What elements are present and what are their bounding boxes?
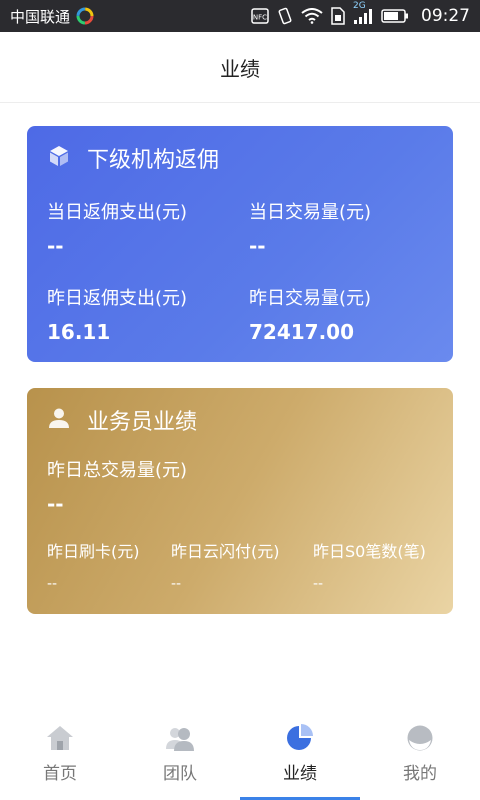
stat-label: 昨日云闪付(元) bbox=[171, 542, 280, 561]
clock: 09:27 bbox=[421, 6, 470, 26]
wifi-icon bbox=[301, 8, 323, 24]
pie-chart-icon bbox=[285, 723, 315, 753]
stat-value: 16.11 bbox=[47, 320, 111, 344]
stat-value: -- bbox=[313, 576, 324, 592]
bottom-nav: 首页 团队 业绩 我的 bbox=[0, 713, 480, 800]
stat-label: 昨日返佣支出(元) bbox=[47, 288, 188, 309]
card-title: 业务员业绩 bbox=[87, 410, 198, 435]
person-icon bbox=[47, 406, 71, 434]
stat-value: 72417.00 bbox=[249, 320, 355, 344]
network-type: 2G bbox=[353, 1, 366, 11]
vibrate-icon bbox=[277, 7, 293, 25]
nav-item-performance[interactable]: 业绩 bbox=[240, 713, 360, 800]
signal-icon: 2G bbox=[353, 1, 373, 25]
card-header: 业务员业绩 bbox=[47, 404, 197, 436]
page-header: 业绩 bbox=[0, 32, 480, 103]
stat-label: 昨日S0笔数(笔) bbox=[313, 542, 426, 561]
carrier-logo-icon bbox=[76, 7, 94, 25]
nav-label: 团队 bbox=[163, 764, 197, 784]
stat-label: 昨日刷卡(元) bbox=[47, 542, 140, 561]
nav-item-team[interactable]: 团队 bbox=[120, 713, 240, 800]
cube-icon bbox=[47, 144, 71, 172]
yesterday-volume-stat: 昨日交易量(元) 72417.00 bbox=[249, 284, 371, 344]
battery-icon bbox=[381, 8, 409, 24]
nav-item-mine[interactable]: 我的 bbox=[360, 713, 480, 800]
stat-value: -- bbox=[47, 492, 64, 516]
svg-text:NFC: NFC bbox=[253, 14, 267, 22]
profile-icon bbox=[406, 723, 434, 753]
nav-item-home[interactable]: 首页 bbox=[0, 713, 120, 800]
sim-icon bbox=[331, 7, 345, 25]
carrier-name: 中国联通 bbox=[10, 7, 71, 26]
page-title: 业绩 bbox=[220, 56, 260, 81]
card-header: 下级机构返佣 bbox=[47, 142, 219, 174]
stat-label: 昨日总交易量(元) bbox=[47, 460, 188, 481]
nav-label: 我的 bbox=[403, 764, 437, 784]
total-volume-stat: 昨日总交易量(元) -- bbox=[47, 456, 187, 516]
nav-label: 业绩 bbox=[283, 764, 317, 784]
nav-label: 首页 bbox=[43, 764, 77, 784]
stat-label: 当日返佣支出(元) bbox=[47, 202, 188, 223]
stat-value: -- bbox=[47, 234, 64, 258]
card-swipe-stat: 昨日刷卡(元) -- bbox=[47, 538, 140, 592]
status-bar: 中国联通 NFC 2G 09:27 bbox=[0, 0, 480, 32]
stat-label: 当日交易量(元) bbox=[249, 202, 372, 223]
card-title: 下级机构返佣 bbox=[87, 148, 220, 173]
yesterday-rebate-stat: 昨日返佣支出(元) 16.11 bbox=[47, 284, 187, 344]
home-icon bbox=[46, 723, 74, 753]
today-rebate-stat: 当日返佣支出(元) -- bbox=[47, 198, 187, 258]
nfc-icon: NFC bbox=[251, 8, 269, 24]
stat-value: -- bbox=[249, 234, 266, 258]
stat-value: -- bbox=[171, 576, 182, 592]
s0-count-stat: 昨日S0笔数(笔) -- bbox=[313, 538, 426, 592]
quickpass-stat: 昨日云闪付(元) -- bbox=[171, 538, 280, 592]
team-icon bbox=[165, 723, 195, 753]
stat-value: -- bbox=[47, 576, 58, 592]
today-volume-stat: 当日交易量(元) -- bbox=[249, 198, 371, 258]
sub-agency-rebate-card[interactable]: 下级机构返佣 当日返佣支出(元) -- 当日交易量(元) -- 昨日返佣支出(元… bbox=[27, 126, 453, 362]
stat-label: 昨日交易量(元) bbox=[249, 288, 372, 309]
salesperson-performance-card[interactable]: 业务员业绩 昨日总交易量(元) -- 昨日刷卡(元) -- 昨日云闪付(元) -… bbox=[27, 388, 453, 614]
